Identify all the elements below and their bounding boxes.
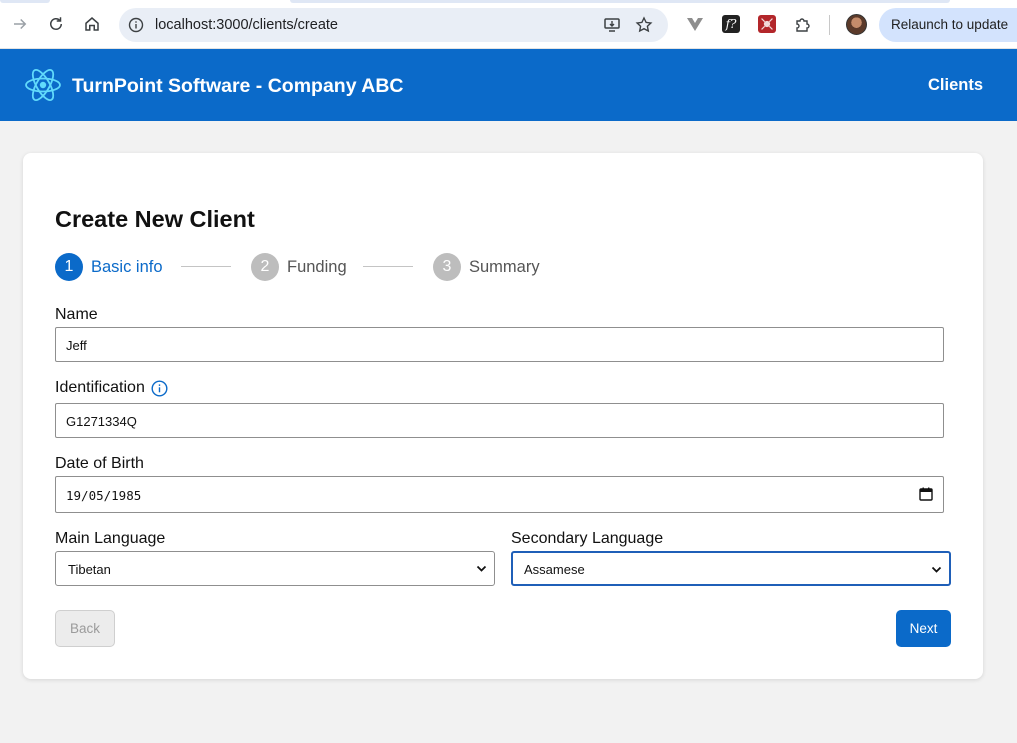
nav-link-clients[interactable]: Clients — [928, 76, 983, 95]
forward-icon[interactable] — [8, 12, 32, 36]
app-title: TurnPoint Software - Company ABC — [72, 75, 404, 97]
step-connector — [363, 266, 413, 267]
step-label: Funding — [287, 257, 347, 276]
identification-label-row: Identification — [55, 379, 168, 397]
install-app-icon[interactable] — [603, 16, 621, 34]
dob-label: Date of Birth — [55, 455, 144, 472]
create-client-card: Create New Client 1 Basic info 2 Funding… — [23, 153, 983, 679]
tab-strip — [0, 0, 1017, 3]
step-number: 3 — [433, 253, 461, 281]
address-bar[interactable]: localhost:3000/clients/create — [119, 8, 668, 42]
step-label: Summary — [469, 257, 540, 276]
name-label: Name — [55, 306, 98, 323]
secondary-language-value: Assamese — [524, 562, 585, 577]
step-number: 1 — [55, 253, 83, 281]
page-title: Create New Client — [55, 206, 255, 232]
calendar-icon[interactable] — [919, 487, 933, 501]
site-info-icon[interactable] — [128, 17, 144, 33]
identification-label: Identification — [55, 379, 145, 396]
info-icon[interactable] — [151, 379, 168, 397]
vue-devtools-icon[interactable] — [686, 15, 704, 33]
extensions-puzzle-icon[interactable] — [794, 15, 812, 33]
bookmark-star-icon[interactable] — [635, 16, 653, 34]
red-extension-icon[interactable] — [758, 15, 776, 33]
dob-value: 19/05/1985 — [66, 488, 142, 503]
profile-avatar[interactable] — [846, 14, 867, 35]
next-button[interactable]: Next — [896, 610, 951, 647]
secondary-language-label: Secondary Language — [511, 530, 664, 547]
back-button[interactable]: Back — [55, 610, 115, 647]
chevron-down-icon — [476, 565, 487, 572]
step-connector — [181, 266, 231, 267]
chevron-down-icon — [931, 566, 942, 573]
secondary-language-select[interactable]: Assamese — [511, 551, 951, 586]
react-logo-icon — [25, 69, 61, 101]
function-extension-icon[interactable]: f? — [722, 15, 740, 33]
main-language-value: Tibetan — [68, 562, 111, 577]
step-funding[interactable]: 2 Funding — [251, 253, 347, 281]
main-language-select[interactable]: Tibetan — [55, 551, 495, 586]
step-label: Basic info — [91, 257, 163, 276]
url-text[interactable]: localhost:3000/clients/create — [155, 17, 338, 33]
reload-icon[interactable] — [44, 12, 68, 36]
dob-input[interactable]: 19/05/1985 — [55, 476, 944, 513]
toolbar-divider — [829, 15, 830, 35]
browser-toolbar: localhost:3000/clients/create f? Relaunc… — [0, 0, 1017, 49]
step-basic-info[interactable]: 1 Basic info — [55, 253, 163, 281]
name-input[interactable]: Jeff — [55, 327, 944, 362]
step-number: 2 — [251, 253, 279, 281]
app-header: TurnPoint Software - Company ABC Clients — [0, 49, 1017, 121]
relaunch-button[interactable]: Relaunch to update — [879, 8, 1017, 42]
step-summary[interactable]: 3 Summary — [433, 253, 540, 281]
home-icon[interactable] — [80, 12, 104, 36]
identification-input[interactable]: G1271334Q — [55, 403, 944, 438]
main-language-label: Main Language — [55, 530, 166, 547]
